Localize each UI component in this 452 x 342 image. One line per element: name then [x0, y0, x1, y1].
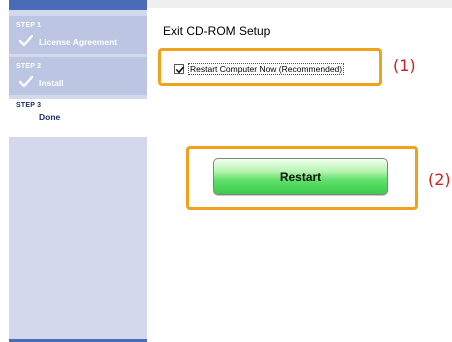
step-3: STEP 3 Done	[9, 99, 147, 137]
step-3-number: STEP 3	[16, 102, 42, 109]
step-3-label: Done	[39, 112, 61, 122]
callout-label-2: (2)	[428, 170, 451, 189]
checkmark-icon	[176, 66, 184, 74]
step-2: STEP 2 Install	[9, 57, 147, 95]
restart-checkbox-row[interactable]: Restart Computer Now (Recommended)	[174, 63, 345, 75]
step-sidebar: STEP 1 License Agreement STEP 2 Install …	[9, 0, 147, 342]
step-1: STEP 1 License Agreement	[9, 16, 147, 54]
sidebar-top-bar	[9, 0, 147, 10]
restart-checkbox[interactable]	[174, 64, 184, 74]
step-2-label: Install	[39, 78, 64, 88]
restart-button[interactable]: Restart	[213, 158, 388, 195]
step-1-label: License Agreement	[39, 37, 118, 47]
restart-checkbox-label[interactable]: Restart Computer Now (Recommended)	[188, 63, 345, 75]
checkmark-icon	[19, 76, 33, 88]
callout-label-1: (1)	[393, 56, 416, 75]
step-2-number: STEP 2	[16, 63, 42, 70]
step-1-number: STEP 1	[16, 22, 42, 29]
checkmark-icon	[19, 35, 33, 47]
header-strip	[147, 0, 452, 8]
page-title: Exit CD-ROM Setup	[163, 24, 271, 38]
